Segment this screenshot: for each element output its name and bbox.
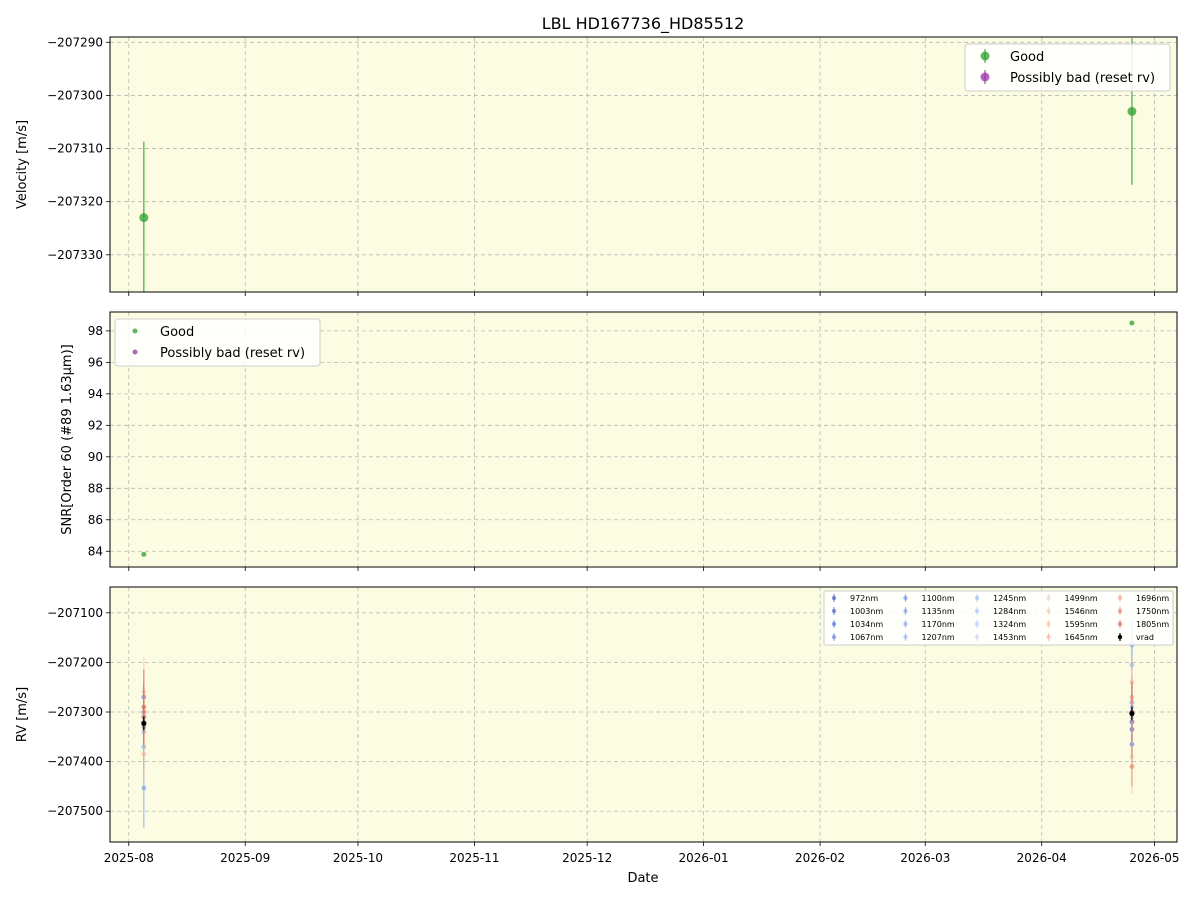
- y-tick-label: −207400: [47, 755, 103, 769]
- legend-label: 1207nm: [922, 633, 955, 642]
- y-tick-label: 94: [88, 387, 103, 401]
- y-tick-label: −207300: [47, 88, 103, 102]
- legend-marker: [1117, 608, 1123, 614]
- legend-marker: [1117, 621, 1123, 627]
- legend-label: Good: [160, 325, 194, 340]
- data-point-vrad: [141, 720, 147, 727]
- legend-marker: [974, 595, 980, 601]
- legend-marker: [132, 328, 138, 334]
- legend-marker: [831, 621, 837, 627]
- panel-3: 2025-08 2025-09 2025-10 2025-11 2025-12 2026-…: [15, 586, 1180, 865]
- legend-marker: [1117, 595, 1123, 601]
- legend-label: vrad: [1136, 633, 1154, 642]
- y-tick-label: −207300: [47, 705, 103, 719]
- legend-label: 1100nm: [922, 594, 955, 603]
- legend: Good Possibly bad (reset rv): [964, 43, 1171, 92]
- legend-marker: [831, 608, 837, 614]
- y-tick-label: 86: [88, 513, 103, 527]
- data-point-good: [141, 551, 147, 557]
- legend-label: 1750nm: [1136, 607, 1169, 616]
- legend-label: 1245nm: [993, 594, 1026, 603]
- x-tick-label: 2026-02: [795, 851, 845, 865]
- y-axis-label: SNR[Order 60 (#89 1.63μm)]: [60, 344, 75, 535]
- y-tick-label: 96: [88, 355, 103, 369]
- legend-label: 1284nm: [993, 607, 1026, 616]
- y-tick-label: 98: [88, 324, 103, 338]
- data-point-good: [1127, 106, 1137, 116]
- x-tick-label: 2026-03: [900, 851, 950, 865]
- legend-label: Possibly bad (reset rv): [160, 346, 305, 361]
- x-tick-label: 2026-01: [679, 851, 729, 865]
- legend-marker: [980, 51, 990, 61]
- y-tick-label: −207330: [47, 248, 103, 262]
- legend-label: Good: [1010, 50, 1044, 65]
- legend-marker: [132, 349, 138, 355]
- legend-marker: [903, 621, 908, 627]
- legend-marker: [1046, 634, 1051, 640]
- x-tick-label: 2025-11: [449, 851, 499, 865]
- y-tick-label: 88: [88, 481, 103, 495]
- legend-marker: [980, 72, 990, 82]
- y-tick-label: −207500: [47, 804, 103, 818]
- legend-label: 1324nm: [993, 620, 1026, 629]
- legend-marker: [831, 634, 837, 640]
- legend-label: 1499nm: [1065, 594, 1098, 603]
- data-point-1805nm: [141, 704, 147, 710]
- y-tick-label: −207290: [47, 35, 103, 49]
- legend-label: 1805nm: [1136, 620, 1169, 629]
- y-tick-label: 90: [88, 450, 103, 464]
- y-axis-label: Velocity [m/s]: [15, 120, 30, 209]
- y-axis-label: RV [m/s]: [15, 687, 30, 742]
- legend-marker: [903, 634, 908, 640]
- legend-label: 1645nm: [1065, 633, 1098, 642]
- x-tick-label: 2025-08: [104, 851, 154, 865]
- data-point-good: [1129, 320, 1135, 326]
- data-point-good: [139, 213, 149, 223]
- data-point-1135nm: [141, 785, 147, 791]
- legend-marker: [1046, 595, 1051, 601]
- legend-marker: [974, 608, 980, 614]
- y-tick-label: −207320: [47, 195, 103, 209]
- y-tick-label: 84: [88, 544, 103, 558]
- figure: LBL HD167736_HD85512 −207290 −207300 −2073…: [15, 14, 1180, 886]
- x-tick-label: 2025-12: [562, 851, 612, 865]
- y-tick-label: −207310: [47, 142, 103, 156]
- legend-marker: [1117, 634, 1123, 640]
- legend-label: 1034nm: [850, 620, 883, 629]
- x-tick-label: 2026-04: [1017, 851, 1067, 865]
- legend-marker: [1046, 608, 1051, 614]
- legend-label: 1067nm: [850, 633, 883, 642]
- x-tick-label: 2026-05: [1129, 851, 1179, 865]
- legend: Good Possibly bad (reset rv): [114, 318, 321, 367]
- legend-label: 1595nm: [1065, 620, 1098, 629]
- legend-marker: [974, 634, 980, 640]
- legend-label: 1135nm: [922, 607, 955, 616]
- y-tick-label: 92: [88, 418, 103, 432]
- x-tick-label: 2025-09: [220, 851, 270, 865]
- legend-label: 1546nm: [1065, 607, 1098, 616]
- legend-marker: [903, 608, 908, 614]
- y-tick-label: −207200: [47, 655, 103, 669]
- data-point-1750nm: [1129, 764, 1135, 769]
- legend-marker: [974, 621, 980, 627]
- legend-label: Possibly bad (reset rv): [1010, 71, 1155, 86]
- panel-1: −207290 −207300 −207310 −207320 −207330 Veloc…: [15, 35, 1178, 296]
- legend-label: 1170nm: [922, 620, 955, 629]
- legend: 972nm 1003nm 1034nm 1067nm 1100nm 1135nm 1170n…: [823, 590, 1174, 646]
- x-axis-label: Date: [627, 871, 658, 886]
- legend-marker: [903, 595, 908, 601]
- x-tick-label: 2025-10: [333, 851, 383, 865]
- panel-2: 84 86 88 90 92 94 96 98 SNR[Order 60 (#89 1.63μm…: [60, 311, 1178, 571]
- legend-label: 1696nm: [1136, 594, 1169, 603]
- legend-label: 1453nm: [993, 633, 1026, 642]
- legend-label: 972nm: [850, 594, 878, 603]
- legend-marker: [831, 595, 837, 601]
- y-tick-label: −207100: [47, 606, 103, 620]
- legend-marker: [1046, 621, 1051, 627]
- data-point-vrad: [1129, 710, 1135, 717]
- data-point-1645nm: [141, 751, 147, 757]
- chart-title: LBL HD167736_HD85512: [542, 14, 745, 34]
- legend-label: 1003nm: [850, 607, 883, 616]
